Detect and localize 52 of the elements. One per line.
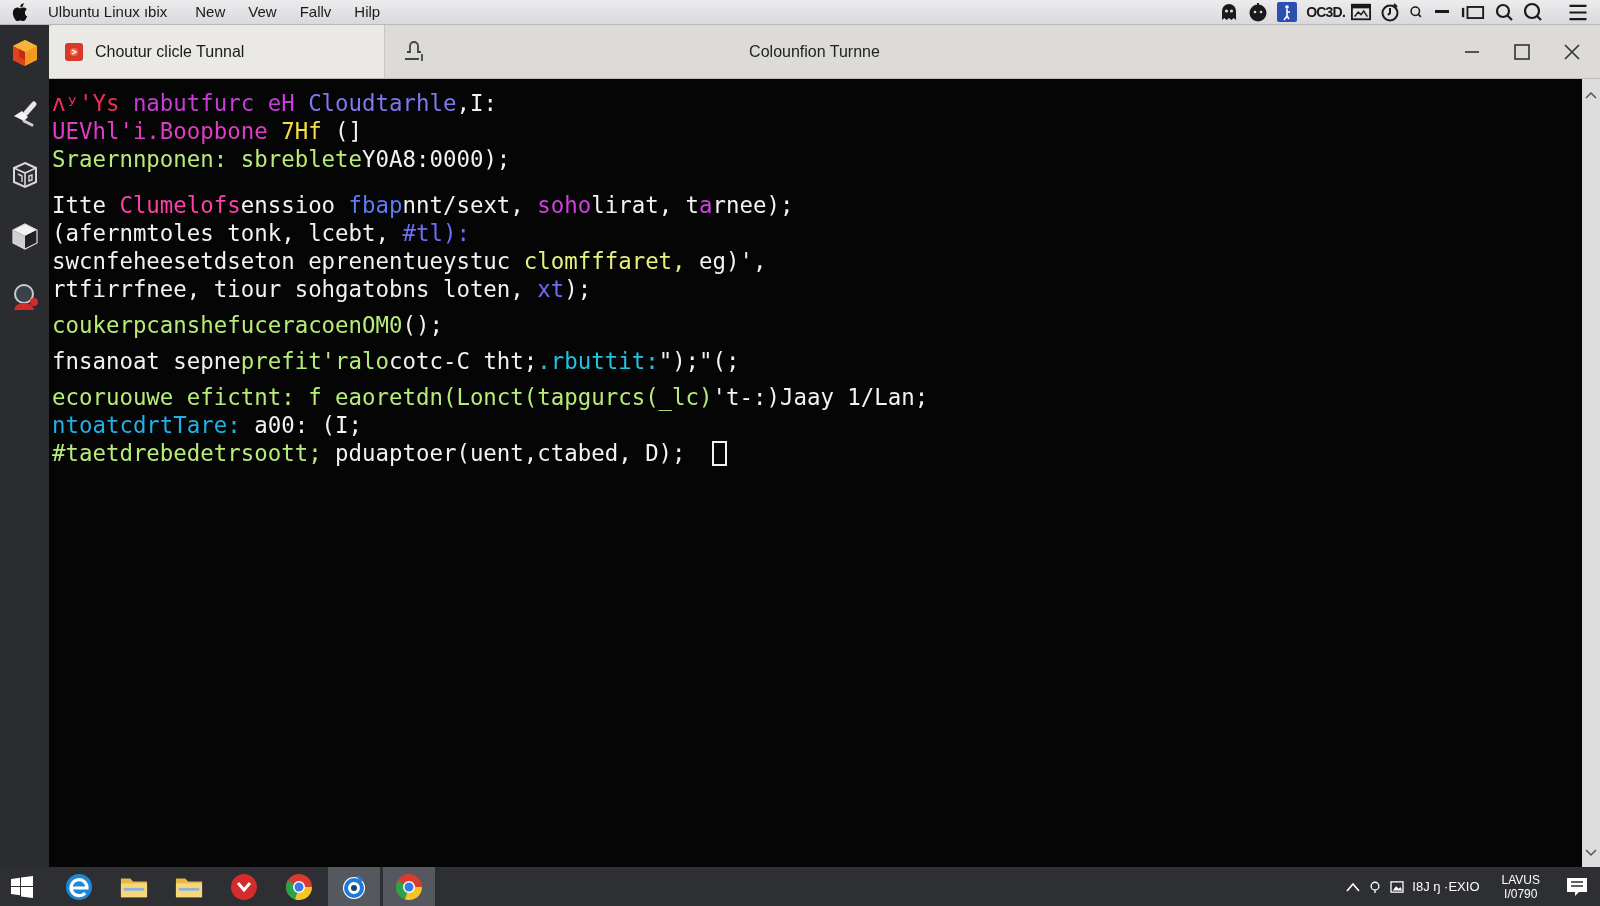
- apple-logo-icon[interactable]: [12, 3, 28, 21]
- notification-icon[interactable]: [1566, 875, 1588, 898]
- scroll-down-icon[interactable]: [1585, 849, 1597, 857]
- tab-title: Choutur clicle Tunnal: [95, 42, 245, 61]
- menu-item[interactable]: Ulbuntu Linux ıbix: [48, 3, 168, 21]
- close-icon[interactable]: [1562, 41, 1582, 62]
- terminal-line: swcnfeheesetdseton eprenentueystuc clomfffaret, eg)',: [52, 247, 767, 275]
- chrome-icon: [395, 872, 423, 901]
- battery-icon[interactable]: [1461, 3, 1485, 21]
- window-icon[interactable]: [1351, 2, 1371, 22]
- search-icon[interactable]: [1494, 2, 1514, 22]
- new-tab-icon[interactable]: [402, 40, 426, 63]
- scroll-up-icon[interactable]: [1585, 91, 1597, 99]
- terminal-line: (afernmtoles tonk, lcebt, #tl):: [52, 219, 470, 247]
- terminal-line: ntoatcdrtTare: a00: (I;: [52, 411, 363, 439]
- terminal-line: ʌʸ'Ys nabutfurc eH Cloudtarhle,I:: [52, 89, 497, 117]
- search-icon[interactable]: [1409, 5, 1423, 19]
- terminal-line: ecoruouwe efictnt: f eaoretdn(Lonct(tapgurcs(_lc)'t-:)Jaay 1/Lan;: [52, 383, 929, 411]
- round-face-icon[interactable]: [1248, 2, 1269, 22]
- terminal-tab[interactable]: Choutur clicle Tunnal: [49, 25, 385, 78]
- browser-icon: [65, 872, 93, 901]
- menu-item[interactable]: Hilp: [354, 3, 381, 21]
- cube-icon[interactable]: [9, 221, 40, 251]
- maximize-icon[interactable]: [1512, 41, 1532, 62]
- terminal-line: #taetdrebedetrsoott; pduaptoer(uent,ctabed, D);: [52, 439, 686, 467]
- status-text[interactable]: OC3D.: [1306, 4, 1345, 20]
- terminal-line: rtfirrfnee, tiour sohgatobns loten, xt);: [52, 275, 592, 303]
- scrollbar-track[interactable]: [1582, 79, 1600, 867]
- menu-icon[interactable]: [1568, 3, 1588, 21]
- terminal-line: UEVhl'i.Boopbone 7Hf (]: [52, 117, 363, 145]
- tray-text[interactable]: I8J ŋ ·EXIO: [1412, 879, 1480, 894]
- chevron-circle-icon: [230, 872, 258, 901]
- taskbar-item[interactable]: [328, 867, 380, 906]
- figure-badge-icon[interactable]: [1277, 2, 1298, 22]
- clock-icon[interactable]: [1380, 2, 1400, 22]
- chrome-icon: [285, 872, 313, 901]
- search-icon[interactable]: [1523, 2, 1543, 22]
- terminal-line: coukerpcanshefuceracoenOM0();: [52, 311, 443, 339]
- ring-icon: [340, 872, 368, 901]
- chevron-up-icon[interactable]: [1346, 880, 1361, 893]
- menu-item[interactable]: Vew: [248, 3, 277, 21]
- terminal-line: Sraernnponen: sbrebleteY0A8:0000);: [52, 145, 511, 173]
- window-title: Colounfion Turnne: [749, 42, 880, 61]
- cursor-icon: [711, 440, 727, 466]
- menu-item[interactable]: Fallv: [299, 3, 332, 21]
- terminal-line: Itte Clumelofsenssioo fbapnnt/sext, soholirat, ta rnee);: [52, 191, 794, 219]
- terminal-line: fnsanoat sepneprefit'ralocotc-C tht;.rbuttit:");"(;: [52, 347, 740, 375]
- image-icon[interactable]: [1390, 880, 1405, 893]
- windows-logo-icon[interactable]: [11, 875, 33, 898]
- terminal-app-icon: [65, 42, 83, 61]
- menu-item[interactable]: New: [195, 3, 226, 21]
- clock-text[interactable]: LAVUS I/0790: [1501, 872, 1540, 901]
